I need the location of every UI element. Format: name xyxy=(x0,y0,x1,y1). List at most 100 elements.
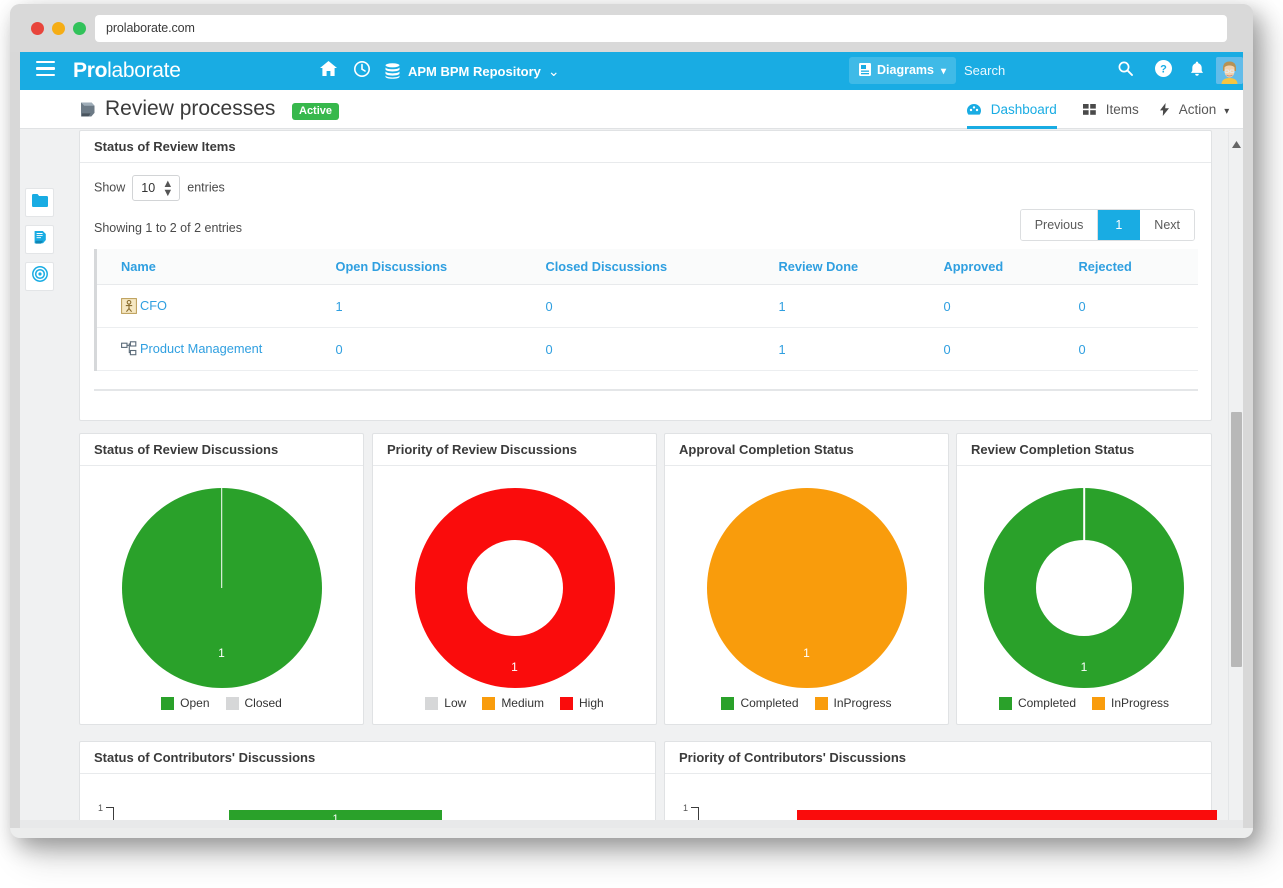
legend-item-completed[interactable]: Completed xyxy=(721,696,799,710)
legend-item-inprogress[interactable]: InProgress xyxy=(814,696,892,710)
window-maximize-button[interactable] xyxy=(73,22,86,35)
slice-value-label: 1 xyxy=(1080,660,1088,674)
legend-swatch xyxy=(161,696,175,710)
column-header-rejected[interactable]: Rejected xyxy=(1078,249,1198,285)
entries-label: entries xyxy=(187,180,225,195)
diagrams-dropdown-button[interactable]: Diagrams ▾ xyxy=(849,57,957,84)
window-minimize-button[interactable] xyxy=(52,22,65,35)
pie-chart[interactable]: 1 Open Closed xyxy=(80,466,363,724)
cell-review-done[interactable]: 1 xyxy=(778,327,944,371)
legend-swatch xyxy=(425,696,439,710)
rail-item-folder[interactable] xyxy=(25,188,54,217)
card-title: Priority of Review Discussions xyxy=(373,434,656,466)
database-icon xyxy=(385,63,400,79)
legend-swatch xyxy=(1092,696,1105,710)
table-row[interactable]: Product Management 0 0 1 0 0 xyxy=(95,327,1198,371)
priority-of-review-discussions-card: Priority of Review Discussions 1 Low Med… xyxy=(372,433,657,725)
column-header-closed-discussions[interactable]: Closed Discussions xyxy=(545,249,779,285)
pagination-page-1-button[interactable]: 1 xyxy=(1098,210,1141,240)
brand-bold: Pro xyxy=(73,59,108,82)
cell-review-done[interactable]: 1 xyxy=(778,284,944,328)
table-row[interactable]: CFO 1 0 1 0 0 xyxy=(95,284,1198,328)
pie-slice-open[interactable]: 1 xyxy=(121,488,322,688)
dashboard-icon xyxy=(967,102,985,117)
legend-label: Open xyxy=(180,696,210,710)
donut-chart[interactable]: 1 Completed InProgress xyxy=(957,466,1211,724)
donut-chart[interactable]: 1 Low Medium High xyxy=(373,466,656,724)
entries-select[interactable]: 10 ▲ ▼ xyxy=(132,175,181,201)
left-rail xyxy=(20,130,58,832)
vertical-scrollbar-thumb[interactable] xyxy=(1231,412,1242,667)
user-avatar[interactable] xyxy=(1216,57,1243,84)
pagination-previous-button[interactable]: Previous xyxy=(1020,210,1099,240)
pagination-next-button[interactable]: Next xyxy=(1140,210,1194,240)
legend-item-low[interactable]: Low xyxy=(425,696,466,710)
slice-seam xyxy=(1083,488,1085,588)
legend-item-closed[interactable]: Closed xyxy=(225,696,282,710)
card-title: Status of Review Items xyxy=(80,131,1211,163)
column-header-approved[interactable]: Approved xyxy=(943,249,1079,285)
donut-slice-completed[interactable]: 1 xyxy=(984,488,1184,688)
clock-icon[interactable] xyxy=(354,61,370,83)
tab-action[interactable]: Action ▾ xyxy=(1160,90,1229,129)
entries-control: Show 10 ▲ ▼ entries xyxy=(94,175,225,201)
legend-label: InProgress xyxy=(833,696,892,710)
cell-name[interactable]: Product Management xyxy=(95,327,336,371)
status-of-review-items-card: Status of Review Items Show 10 ▲ ▼ entries S… xyxy=(79,130,1212,421)
tab-dashboard[interactable]: Dashboard xyxy=(967,90,1057,129)
status-badge[interactable]: Active xyxy=(292,103,340,120)
slice-value-label: 1 xyxy=(511,660,518,674)
cell-open-discussions[interactable]: 1 xyxy=(335,284,546,328)
cell-rejected[interactable]: 0 xyxy=(1078,327,1198,371)
legend-item-medium[interactable]: Medium xyxy=(482,696,544,710)
legend-item-inprogress[interactable]: InProgress xyxy=(1092,696,1169,710)
review-icon xyxy=(32,230,48,250)
scroll-up-arrow-icon[interactable] xyxy=(1232,135,1241,148)
cell-approved[interactable]: 0 xyxy=(943,327,1079,371)
legend-item-high[interactable]: High xyxy=(560,696,604,710)
caret-down-icon: ▾ xyxy=(940,66,947,77)
row-name-link[interactable]: CFO xyxy=(140,298,167,313)
help-icon[interactable]: ? xyxy=(1155,60,1172,82)
column-header-open-discussions[interactable]: Open Discussions xyxy=(335,249,546,285)
folder-icon xyxy=(31,193,48,212)
rail-item-reviews[interactable] xyxy=(25,225,54,254)
tab-items[interactable]: Items xyxy=(1083,90,1139,129)
cell-open-discussions[interactable]: 0 xyxy=(335,327,546,371)
entries-value: 10 xyxy=(141,181,156,195)
column-header-name[interactable]: Name xyxy=(95,249,336,285)
pie-slice-inprogress[interactable]: 1 xyxy=(706,488,907,688)
dashboard-scroll-area[interactable]: Status of Review Items Show 10 ▲ ▼ entries S… xyxy=(65,130,1228,832)
vertical-scrollbar[interactable] xyxy=(1228,130,1243,832)
donut-slice-high[interactable]: 1 xyxy=(414,488,615,688)
status-of-contributors-discussions-card: Status of Contributors' Discussions 1 1 xyxy=(79,741,656,832)
window-close-button[interactable] xyxy=(31,22,44,35)
cell-closed-discussions[interactable]: 0 xyxy=(545,284,779,328)
axis-tick-label: 1 xyxy=(98,803,104,813)
brand-logo[interactable]: Prolaborate xyxy=(73,59,181,83)
pie-chart[interactable]: 1 Completed InProgress xyxy=(665,466,948,724)
repository-selector[interactable]: APM BPM Repository ⌄ xyxy=(385,61,560,82)
card-title: Priority of Contributors' Discussions xyxy=(665,742,1211,774)
row-name-link[interactable]: Product Management xyxy=(140,341,262,356)
address-bar[interactable]: prolaborate.com xyxy=(95,15,1227,42)
home-icon[interactable] xyxy=(320,61,337,82)
review-document-icon xyxy=(78,101,96,118)
donut-hole xyxy=(466,540,563,636)
table-pagination: Previous 1 Next xyxy=(1019,209,1195,241)
hamburger-menu-icon[interactable] xyxy=(36,61,55,80)
app-viewport: Prolaborate APM BPM Repository ⌄ Diagram… xyxy=(20,52,1243,832)
cell-rejected[interactable]: 0 xyxy=(1078,284,1198,328)
cell-name[interactable]: CFO xyxy=(95,284,336,328)
column-header-review-done[interactable]: Review Done xyxy=(778,249,944,285)
notifications-bell-icon[interactable] xyxy=(1190,61,1204,81)
legend-item-completed[interactable]: Completed xyxy=(998,696,1076,710)
target-icon xyxy=(31,266,48,287)
legend-item-open[interactable]: Open xyxy=(161,696,210,710)
review-completion-status-card: Review Completion Status 1 Completed InP… xyxy=(956,433,1212,725)
window-bottom-edge xyxy=(10,828,1253,838)
cell-closed-discussions[interactable]: 0 xyxy=(545,327,779,371)
cell-approved[interactable]: 0 xyxy=(943,284,1079,328)
search-icon[interactable] xyxy=(1118,61,1133,80)
rail-item-target[interactable] xyxy=(25,262,54,291)
